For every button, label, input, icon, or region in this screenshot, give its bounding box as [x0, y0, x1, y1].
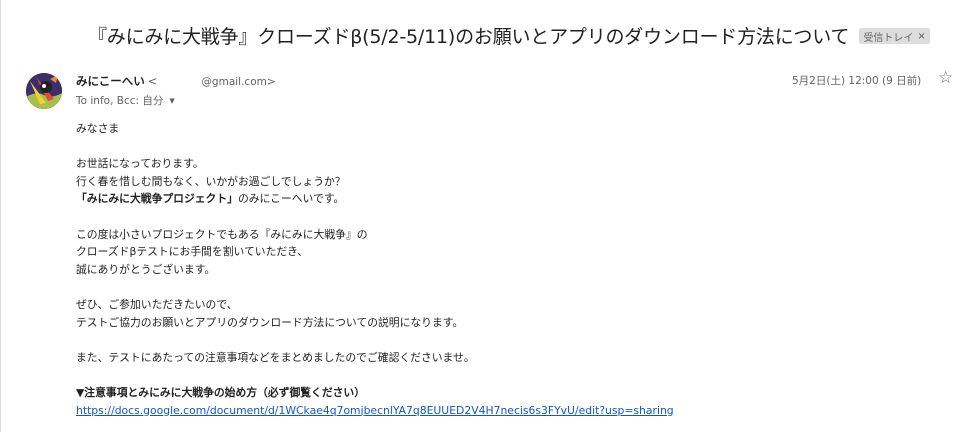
body-line: お世話になっております。	[76, 157, 204, 171]
recipient-text: To info, Bcc: 自分	[76, 95, 164, 107]
email-date: 5月2日(土) 12:00 (9 日前)	[792, 75, 922, 87]
sender-avatar[interactable]	[26, 73, 62, 109]
body-line: 行く春を惜しむ間もなく、いかがお過ごしでしょうか？	[76, 174, 346, 188]
sender-email-open: <	[147, 74, 158, 88]
sender-line: みにこーへい < @gmail.com>	[76, 73, 276, 89]
project-intro-rest: のみにこーへいです。	[237, 192, 345, 206]
project-intro-line: 「みにみに大戦争プロジェクト」のみにこーへいです。	[76, 190, 916, 208]
body-line: また、テストにあたっての注意事項などをまとめましたのでご確認くださいませ。	[76, 350, 475, 364]
avatar-image-icon	[26, 73, 62, 109]
inbox-label-text: 受信トレイ	[863, 32, 914, 44]
link-line: https://docs.google.com/document/d/1WCka…	[76, 402, 916, 420]
sender-email: @gmail.com>	[201, 76, 276, 88]
body-line: テストご協力のお願いとアプリのダウンロード方法についての説明になります。	[76, 315, 464, 329]
remove-label-icon[interactable]: ×	[917, 31, 925, 42]
inbox-label-chip[interactable]: 受信トレイ ×	[859, 28, 930, 44]
body-line: ぜひ、ご参加いただきたいので、	[76, 297, 238, 311]
recipient-line[interactable]: To info, Bcc: 自分 ▼	[76, 93, 175, 108]
document-link[interactable]: https://docs.google.com/document/d/1WCka…	[76, 404, 674, 417]
subject-row: 『みにみに大戦争』クローズドβ(5/2-5/11)のお願いとアプリのダウンロード…	[88, 20, 930, 50]
email-body: みなさま お世話になっております。 行く春を惜しむ間もなく、いかがお過ごしでしょ…	[76, 120, 916, 419]
greeting: みなさま	[76, 122, 120, 135]
body-line: 誠にありがとうございます。	[76, 262, 216, 276]
body-line: クローズドβテストにお手間を割いていただき、	[76, 245, 309, 259]
sender-name[interactable]: みにこーへい	[76, 73, 145, 89]
email-subject: 『みにみに大戦争』クローズドβ(5/2-5/11)のお願いとアプリのダウンロード…	[88, 25, 850, 48]
project-name-bold: 「みにみに大戦争プロジェクト」	[76, 192, 238, 206]
section-title-text: ▼注意事項とみにみに大戦争の始め方（必ず御覧ください）	[76, 385, 366, 399]
left-divider	[0, 0, 1, 432]
star-icon[interactable]: ☆	[938, 70, 953, 87]
recipient-details-chevron-down-icon[interactable]: ▼	[169, 97, 174, 105]
body-line: この度は小さいプロジェクトでもある『みにみに大戦争』の	[76, 227, 368, 241]
section-title: ▼注意事項とみにみに大戦争の始め方（必ず御覧ください）	[76, 384, 916, 402]
